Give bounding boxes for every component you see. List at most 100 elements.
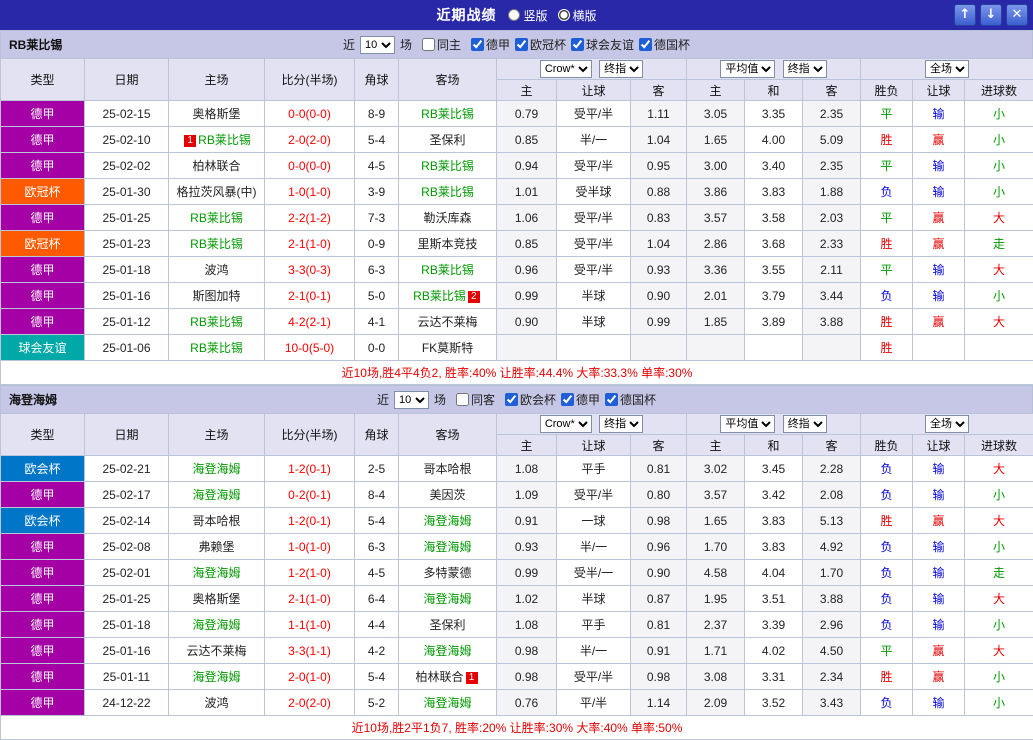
handicap-result-cell xyxy=(913,335,965,361)
same-venue-filter[interactable]: 同主 xyxy=(422,36,461,53)
col-header-corner: 角球 xyxy=(355,414,399,456)
match-row: 欧会杯25-02-21海登海姆1-2(0-1)2-5哥本哈根1.08平手0.81… xyxy=(1,456,1033,482)
bookmaker-select[interactable]: Crow* xyxy=(540,415,592,433)
same-venue-label: 同客 xyxy=(471,391,495,408)
col-header-goals-result: 进球数 xyxy=(965,80,1033,101)
avg-stage-select[interactable]: 终指 xyxy=(783,60,827,78)
goals-result-cell: 大 xyxy=(965,309,1033,335)
col-header-odds-away: 客 xyxy=(631,435,687,456)
handicap-result-cell: 输 xyxy=(913,690,965,716)
layout-radio-option[interactable]: 横版 xyxy=(558,7,597,24)
away-team-cell: 多特蒙德 xyxy=(399,560,497,586)
home-team-cell: 海登海姆 xyxy=(169,482,265,508)
unit-label: 场 xyxy=(434,391,446,408)
match-row: 德甲25-01-18海登海姆1-1(1-0)4-4圣保利1.08平手0.812.… xyxy=(1,612,1033,638)
match-date: 25-02-08 xyxy=(85,534,169,560)
away-team-cell: RB莱比锡 xyxy=(399,153,497,179)
page-title: 近期战绩 xyxy=(436,5,496,25)
match-row: 德甲25-02-01海登海姆1-2(1-0)4-5多特蒙德0.99受半/一0.9… xyxy=(1,560,1033,586)
result-cell: 平 xyxy=(861,153,913,179)
league-filter-checkbox[interactable] xyxy=(605,393,618,406)
team-filter-bar: RB莱比锡 近 10 场 同主 德甲欧冠杯球会友谊德国杯 xyxy=(0,30,1033,58)
avg-odds-home xyxy=(687,335,745,361)
avg-odds-home: 3.36 xyxy=(687,257,745,283)
corner-cell: 5-4 xyxy=(355,127,399,153)
match-row: 德甲24-12-22波鸿2-0(2-0)5-2海登海姆0.76平/半1.142.… xyxy=(1,690,1033,716)
team-name-text: 勒沃库森 xyxy=(423,211,471,225)
close-button[interactable]: ✕ xyxy=(1006,4,1028,26)
league-filter[interactable]: 球会友谊 xyxy=(571,36,634,53)
titlebar: 近期战绩 竖版横版 ↑ ↓ ✕ xyxy=(0,0,1033,30)
team-name-text: 圣保利 xyxy=(429,618,465,632)
avg-odds-home: 2.09 xyxy=(687,690,745,716)
league-filter-checkbox[interactable] xyxy=(471,38,484,51)
team-name-text: 海登海姆 xyxy=(192,670,240,684)
odds-stage-select[interactable]: 终指 xyxy=(599,415,643,433)
home-team-cell: 奥格斯堡 xyxy=(169,586,265,612)
team-name-text: RB莱比锡 xyxy=(421,263,474,277)
league-filter[interactable]: 德国杯 xyxy=(605,391,656,408)
near-label: 近 xyxy=(377,391,389,408)
handicap-line: 受平/半 xyxy=(557,664,631,690)
result-cell: 胜 xyxy=(861,664,913,690)
odds-stage-select[interactable]: 终指 xyxy=(599,60,643,78)
team-section: 海登海姆 近 10 场 同客 欧会杯德甲 德国杯 xyxy=(0,385,1033,740)
team-name-text: 格拉茨风暴(中) xyxy=(177,185,257,199)
avg-odds-draw: 3.83 xyxy=(745,508,803,534)
layout-radio[interactable] xyxy=(558,9,570,21)
score-cell: 0-2(0-1) xyxy=(265,482,355,508)
match-count-select[interactable]: 10 xyxy=(360,36,395,54)
league-filter-checkbox[interactable] xyxy=(571,38,584,51)
avg-odds-away: 2.03 xyxy=(803,205,861,231)
layout-radio-option[interactable]: 竖版 xyxy=(508,7,547,24)
league-filter-checkbox[interactable] xyxy=(515,38,528,51)
league-filter[interactable]: 欧会杯 xyxy=(505,391,556,408)
bookmaker-select[interactable]: Crow* xyxy=(540,60,592,78)
away-team-cell: 里斯本竞技 xyxy=(399,231,497,257)
team-name-text: 海登海姆 xyxy=(192,488,240,502)
avg-odds-away: 3.44 xyxy=(803,283,861,309)
team-name-text: RB莱比锡 xyxy=(198,133,251,147)
avg-odds-draw: 3.68 xyxy=(745,231,803,257)
score-cell: 1-1(1-0) xyxy=(265,612,355,638)
same-venue-checkbox[interactable] xyxy=(422,38,435,51)
result-cell: 负 xyxy=(861,534,913,560)
league-filter-checkbox[interactable] xyxy=(561,393,574,406)
move-up-button[interactable]: ↑ xyxy=(954,4,976,26)
league-filter[interactable]: 欧冠杯 xyxy=(515,36,566,53)
handicap-line: 受平/半 xyxy=(557,101,631,127)
league-filter-checkbox[interactable] xyxy=(639,38,652,51)
league-filter-checkbox[interactable] xyxy=(505,393,518,406)
scope-select[interactable]: 全场 xyxy=(925,415,969,433)
away-team-cell: 美因茨 xyxy=(399,482,497,508)
avg-select[interactable]: 平均值 xyxy=(720,415,775,433)
avg-odds-home: 2.01 xyxy=(687,283,745,309)
match-count-select[interactable]: 10 xyxy=(394,391,429,409)
result-cell: 负 xyxy=(861,482,913,508)
goals-result-cell: 小 xyxy=(965,179,1033,205)
away-team-cell: FK莫斯特 xyxy=(399,335,497,361)
team-name-text: 波鸿 xyxy=(204,263,228,277)
league-filter[interactable]: 德甲 xyxy=(471,36,510,53)
same-venue-checkbox[interactable] xyxy=(456,393,469,406)
league-type-badge: 欧冠杯 xyxy=(1,231,85,257)
handicap-odds-away: 0.98 xyxy=(631,664,687,690)
score-cell: 1-0(1-0) xyxy=(265,179,355,205)
layout-radio[interactable] xyxy=(508,9,520,21)
league-type-badge: 德甲 xyxy=(1,205,85,231)
home-team-cell: 海登海姆 xyxy=(169,612,265,638)
league-type-badge: 德甲 xyxy=(1,127,85,153)
team-name-text: 哥本哈根 xyxy=(423,462,471,476)
avg-stage-select[interactable]: 终指 xyxy=(783,415,827,433)
handicap-odds-away: 0.93 xyxy=(631,257,687,283)
away-team-cell: RB莱比锡 xyxy=(399,179,497,205)
avg-select[interactable]: 平均值 xyxy=(720,60,775,78)
league-filter[interactable]: 德甲 xyxy=(561,391,600,408)
move-down-button[interactable]: ↓ xyxy=(980,4,1002,26)
league-filter-label: 德国杯 xyxy=(620,391,656,408)
scope-select[interactable]: 全场 xyxy=(925,60,969,78)
handicap-odds-home: 0.99 xyxy=(497,560,557,586)
same-venue-filter[interactable]: 同客 xyxy=(456,391,495,408)
league-filter[interactable]: 德国杯 xyxy=(639,36,690,53)
result-cell: 平 xyxy=(861,205,913,231)
